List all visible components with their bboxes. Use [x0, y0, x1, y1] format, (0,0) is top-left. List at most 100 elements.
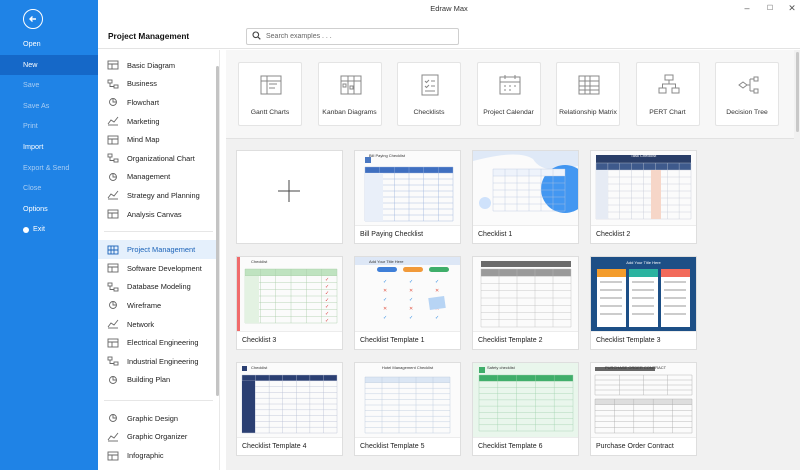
category-item[interactable]: Analysis Canvas: [98, 205, 219, 224]
back-arrow-icon[interactable]: [23, 9, 43, 29]
template-thumbnail: Safety checklist: [473, 363, 578, 438]
thumbnail-title: PURCHASE ORDER CONTRACT: [605, 365, 667, 370]
category-item[interactable]: Mind Map: [98, 130, 219, 149]
svg-text:✓: ✓: [409, 297, 413, 303]
template-card[interactable]: Task Checklist Checklist 2: [590, 150, 697, 244]
category-item[interactable]: Infographic: [98, 446, 219, 465]
category-item[interactable]: Organizational Chart: [98, 149, 219, 168]
template-gallery: Gantt Charts Kanban Diagrams Checklists Pro…: [226, 50, 800, 470]
svg-text:✕: ✕: [383, 306, 387, 312]
close-button[interactable]: ✕: [786, 3, 798, 14]
new-blank-drawing-card[interactable]: [236, 150, 343, 244]
diagram-type-card[interactable]: PERT Chart: [635, 62, 700, 126]
template-card[interactable]: Bill Paying Checklist Bill Paying Checkli…: [354, 150, 461, 244]
template-card[interactable]: Add Your Title Here Checklist Template 3: [590, 256, 697, 350]
category-item[interactable]: Database Modeling: [98, 278, 219, 297]
database-icon: [107, 282, 119, 292]
category-label: Building Plan: [127, 375, 171, 385]
category-label: Business: [127, 79, 157, 89]
category-item[interactable]: Building Plan: [98, 371, 219, 390]
category-label: Basic Diagram: [127, 60, 176, 70]
template-thumbnail: [473, 151, 578, 226]
category-label: Electrical Engineering: [127, 338, 199, 348]
sidebar-item-open[interactable]: Open: [0, 34, 98, 55]
template-card[interactable]: Checklist 1: [472, 150, 579, 244]
sidebar-item-import[interactable]: Import: [0, 137, 98, 158]
sidebar-item-exit[interactable]: Exit: [0, 219, 98, 240]
minimize-button[interactable]: –: [741, 3, 753, 13]
template-card[interactable]: Checklist Template 2: [472, 256, 579, 350]
category-item[interactable]: Project Management: [98, 240, 219, 259]
category-item[interactable]: Marketing: [98, 112, 219, 131]
category-item[interactable]: Industrial Engineering: [98, 352, 219, 371]
diagram-type-card[interactable]: Checklists: [397, 62, 461, 126]
template-label: Bill Paying Checklist: [360, 231, 424, 238]
sidebar-item-new[interactable]: New: [0, 54, 98, 76]
thumbnail-title: Add Your Title Here: [626, 260, 661, 265]
template-label: Checklist Template 4: [242, 443, 307, 450]
category-item[interactable]: Management: [98, 168, 219, 187]
category-label: Database Modeling: [127, 282, 191, 292]
maximize-button[interactable]: ☐: [764, 4, 776, 12]
sidebar-item-label: New: [23, 59, 38, 69]
svg-text:✕: ✕: [409, 288, 413, 294]
diagram-type-card[interactable]: Kanban Diagrams: [317, 62, 382, 126]
sidebar-item-save-as[interactable]: Save As: [0, 96, 98, 117]
graphic-design-icon: [107, 413, 119, 423]
category-item[interactable]: Software Development: [98, 259, 219, 278]
infographic-icon: [107, 451, 119, 461]
building-plan-icon: [107, 375, 119, 385]
sidebar-item-print[interactable]: Print: [0, 116, 98, 137]
sidebar-item-close[interactable]: Close: [0, 178, 98, 199]
category-item[interactable]: Strategy and Planning: [98, 186, 219, 205]
gallery-scrollbar[interactable]: [796, 52, 799, 132]
svg-text:✓: ✓: [435, 279, 439, 285]
category-label: Wireframe: [127, 300, 162, 310]
svg-text:✕: ✕: [383, 288, 387, 294]
category-item[interactable]: Basic Diagram: [98, 56, 219, 75]
sidebar-item-label: Save: [23, 80, 40, 90]
svg-text:✓: ✓: [325, 284, 329, 290]
diagram-type-card[interactable]: Relationship Matrix: [556, 62, 620, 126]
decision-tree-icon: [738, 76, 759, 94]
template-label: Checklist Template 6: [478, 443, 543, 450]
template-thumbnail: [473, 257, 578, 332]
template-label: Checklist 1: [478, 231, 513, 238]
svg-text:✓: ✓: [409, 279, 413, 285]
category-label: Network: [127, 319, 155, 329]
svg-text:✓: ✓: [383, 297, 387, 303]
template-card[interactable]: Checklist Checklist Template 4: [236, 362, 343, 456]
template-card[interactable]: PURCHASE ORDER CONTRACT Purchase Order Co…: [590, 362, 697, 456]
diagram-type-card[interactable]: Project Calendar: [476, 62, 541, 126]
sidebar-item-label: Export & Send: [23, 162, 70, 172]
category-item[interactable]: Network: [98, 315, 219, 334]
category-item[interactable]: Business: [98, 75, 219, 94]
template-thumbnail: Task Checklist: [591, 151, 696, 226]
category-label: Project Management: [127, 245, 196, 255]
template-label: Checklist Template 5: [360, 443, 425, 450]
svg-text:✓: ✓: [435, 315, 439, 321]
svg-text:✕: ✕: [409, 306, 413, 312]
svg-text:✓: ✓: [325, 291, 329, 297]
template-card[interactable]: ✓✓✓✕✕✕✓✓✓✕✕✕✓✓✓Add Your Title HereCheckl…: [354, 256, 461, 350]
diagram-type-card[interactable]: Gantt Charts: [238, 62, 302, 126]
template-card[interactable]: Safety checklist Checklist Template 6: [472, 362, 579, 456]
category-scrollbar[interactable]: [216, 66, 219, 396]
template-card[interactable]: ✓ ✓ ✓ ✓ ✓ ✓ ✓ Checklist Checklist 3: [236, 256, 343, 350]
matrix-icon: [578, 75, 600, 95]
search-box[interactable]: [246, 28, 459, 45]
sidebar-item-options[interactable]: Options: [0, 199, 98, 220]
app-title: Edraw Max: [430, 4, 468, 13]
category-item[interactable]: Electrical Engineering: [98, 333, 219, 352]
sidebar-item-export-send[interactable]: Export & Send: [0, 158, 98, 179]
template-card[interactable]: Hotel Management Checklist Checklist Temp…: [354, 362, 461, 456]
thumbnail-title: Hotel Management Checklist: [381, 365, 434, 370]
category-item[interactable]: Graphic Design: [98, 409, 219, 428]
svg-text:✕: ✕: [435, 288, 439, 294]
search-input[interactable]: [266, 33, 446, 40]
diagram-type-card[interactable]: Decision Tree: [715, 62, 779, 126]
category-item[interactable]: Graphic Organizer: [98, 428, 219, 447]
category-item[interactable]: Flowchart: [98, 93, 219, 112]
sidebar-item-save[interactable]: Save: [0, 75, 98, 96]
category-item[interactable]: Wireframe: [98, 296, 219, 315]
